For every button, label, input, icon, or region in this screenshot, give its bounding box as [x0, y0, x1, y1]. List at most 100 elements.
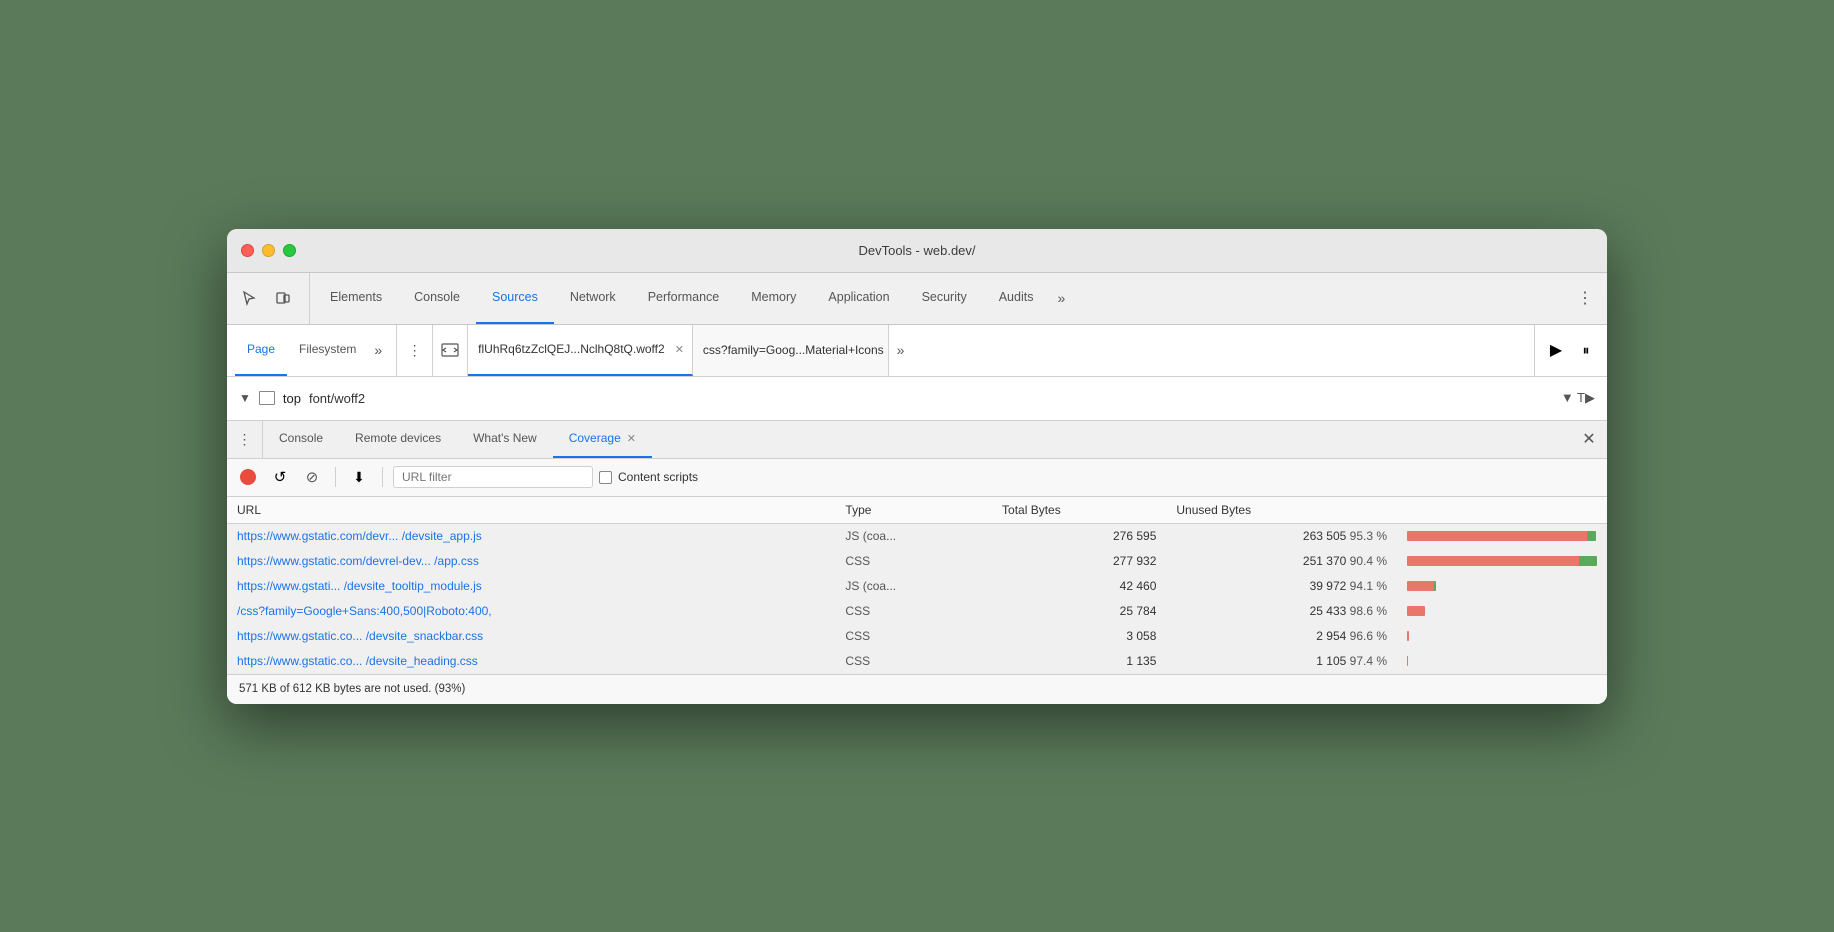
- cell-type: CSS: [835, 598, 992, 623]
- frame-icon: [259, 391, 275, 405]
- table-row[interactable]: https://www.gstati... /devsite_tooltip_m…: [227, 573, 1607, 598]
- cell-unused-bytes: 2 954 96.6 %: [1166, 623, 1397, 648]
- col-header-url[interactable]: URL: [227, 497, 835, 524]
- status-text: 571 KB of 612 KB bytes are not used. (93…: [239, 683, 465, 695]
- tab-audits[interactable]: Audits: [983, 273, 1050, 324]
- tab-elements[interactable]: Elements: [314, 273, 398, 324]
- content-scripts-label[interactable]: Content scripts: [599, 470, 698, 484]
- tab-application[interactable]: Application: [812, 273, 905, 324]
- cell-url: https://www.gstatic.co... /devsite_snack…: [227, 623, 835, 648]
- devtools-window: DevTools - web.dev/ Elements Console Sou: [227, 229, 1607, 704]
- drawer-close-button[interactable]: ✕: [1571, 421, 1607, 458]
- more-options-icon[interactable]: ⋮: [1571, 284, 1599, 312]
- toolbar-right: ⋮: [1571, 273, 1599, 324]
- table-row[interactable]: https://www.gstatic.com/devr... /devsite…: [227, 523, 1607, 548]
- sources-right-buttons: ▶ ⏸: [1534, 325, 1607, 376]
- frame-toggle-arrow[interactable]: ▼: [239, 391, 251, 405]
- cell-type: JS (coa...: [835, 573, 992, 598]
- tab-performance[interactable]: Performance: [632, 273, 736, 324]
- pause-button[interactable]: ⏸: [1573, 337, 1599, 363]
- cell-url: https://www.gstati... /devsite_tooltip_m…: [227, 573, 835, 598]
- table-row[interactable]: https://www.gstatic.com/devrel-dev... /a…: [227, 548, 1607, 573]
- coverage-tab-close[interactable]: ✕: [627, 432, 636, 445]
- cell-bar: [1397, 548, 1607, 573]
- toolbar-icons: [235, 273, 310, 324]
- cell-total-bytes: 25 784: [992, 598, 1166, 623]
- coverage-reload-button[interactable]: ↺: [267, 464, 293, 490]
- cell-bar: [1397, 623, 1607, 648]
- file-tabs-area: flUhRq6tzZclQEJ...NclhQ8tQ.woff2 ✕ css?f…: [468, 325, 1534, 376]
- maximize-button[interactable]: [283, 244, 296, 257]
- cell-url: https://www.gstatic.com/devrel-dev... /a…: [227, 548, 835, 573]
- cell-type: CSS: [835, 623, 992, 648]
- col-header-unused-bytes[interactable]: Unused Bytes: [1166, 497, 1397, 524]
- cell-url: https://www.gstatic.com/devr... /devsite…: [227, 523, 835, 548]
- sources-tabs-more[interactable]: »: [368, 325, 388, 376]
- drawer-tab-remote-devices[interactable]: Remote devices: [339, 421, 457, 458]
- cell-total-bytes: 42 460: [992, 573, 1166, 598]
- sources-left-tabs: Page Filesystem »: [227, 325, 397, 376]
- coverage-toolbar: ↺ ⊘ ⬇ Content scripts: [227, 459, 1607, 497]
- drawer-tab-console[interactable]: Console: [263, 421, 339, 458]
- frame-label: top: [283, 391, 301, 406]
- table-row[interactable]: https://www.gstatic.co... /devsite_snack…: [227, 623, 1607, 648]
- cursor-icon[interactable]: [235, 284, 263, 312]
- cell-total-bytes: 276 595: [992, 523, 1166, 548]
- coverage-record-button[interactable]: [235, 464, 261, 490]
- col-header-bar: [1397, 497, 1607, 524]
- device-icon[interactable]: [269, 284, 297, 312]
- tab-console[interactable]: Console: [398, 273, 476, 324]
- toolbar-separator-2: [382, 467, 383, 487]
- cell-unused-bytes: 1 105 97.4 %: [1166, 648, 1397, 673]
- run-script-button[interactable]: ▶: [1543, 337, 1569, 363]
- more-tabs-button[interactable]: »: [1049, 273, 1073, 324]
- file-tabs-more-button[interactable]: »: [889, 325, 913, 376]
- cell-total-bytes: 3 058: [992, 623, 1166, 648]
- table-row[interactable]: https://www.gstatic.co... /devsite_headi…: [227, 648, 1607, 673]
- drawer-tab-coverage[interactable]: Coverage ✕: [553, 421, 652, 458]
- cell-bar: [1397, 523, 1607, 548]
- drawer-tabbar: ⋮ Console Remote devices What's New Cove…: [227, 421, 1607, 459]
- sources-menu-button[interactable]: ⋮: [397, 325, 433, 376]
- file-format-toggle[interactable]: [433, 325, 468, 376]
- sources-subpanel: Page Filesystem » ⋮ flUhRq6tzZclQEJ...Nc…: [227, 325, 1607, 377]
- tab-network[interactable]: Network: [554, 273, 632, 324]
- cell-unused-bytes: 251 370 90.4 %: [1166, 548, 1397, 573]
- devtools-tabbar: Elements Console Sources Network Perform…: [227, 273, 1607, 325]
- coverage-clear-button[interactable]: ⊘: [299, 464, 325, 490]
- frame-right-label: ▼ T▶: [1561, 390, 1595, 406]
- frame-row: ▼ top ▼ T▶: [227, 377, 1607, 421]
- drawer-tab-whats-new[interactable]: What's New: [457, 421, 553, 458]
- coverage-export-button[interactable]: ⬇: [346, 464, 372, 490]
- file-tab-css-icons[interactable]: css?family=Goog...Material+Icons: [693, 325, 889, 376]
- cell-bar: [1397, 598, 1607, 623]
- traffic-lights: [241, 244, 296, 257]
- file-tab-woff2[interactable]: flUhRq6tzZclQEJ...NclhQ8tQ.woff2 ✕: [468, 325, 693, 376]
- drawer-menu-button[interactable]: ⋮: [227, 421, 263, 458]
- col-header-type[interactable]: Type: [835, 497, 992, 524]
- url-filter-input[interactable]: [393, 466, 593, 488]
- minimize-button[interactable]: [262, 244, 275, 257]
- cell-url: https://www.gstatic.co... /devsite_headi…: [227, 648, 835, 673]
- coverage-data-table: URL Type Total Bytes Unused Bytes https:…: [227, 497, 1607, 674]
- frame-path-input[interactable]: [309, 391, 1553, 406]
- tab-security[interactable]: Security: [906, 273, 983, 324]
- close-button[interactable]: [241, 244, 254, 257]
- tab-filesystem[interactable]: Filesystem: [287, 325, 368, 376]
- tab-sources[interactable]: Sources: [476, 273, 554, 324]
- cell-total-bytes: 1 135: [992, 648, 1166, 673]
- tab-spacer: [1073, 273, 1571, 324]
- col-header-total-bytes[interactable]: Total Bytes: [992, 497, 1166, 524]
- cell-bar: [1397, 648, 1607, 673]
- cell-type: CSS: [835, 648, 992, 673]
- toolbar-separator: [335, 467, 336, 487]
- drawer-spacer: [652, 421, 1571, 458]
- content-scripts-checkbox[interactable]: [599, 471, 612, 484]
- tab-page[interactable]: Page: [235, 325, 287, 376]
- cell-url: /css?family=Google+Sans:400,500|Roboto:4…: [227, 598, 835, 623]
- file-tab-close-woff2[interactable]: ✕: [671, 341, 688, 358]
- table-header-row: URL Type Total Bytes Unused Bytes: [227, 497, 1607, 524]
- tab-memory[interactable]: Memory: [735, 273, 812, 324]
- table-row[interactable]: /css?family=Google+Sans:400,500|Roboto:4…: [227, 598, 1607, 623]
- cell-unused-bytes: 263 505 95.3 %: [1166, 523, 1397, 548]
